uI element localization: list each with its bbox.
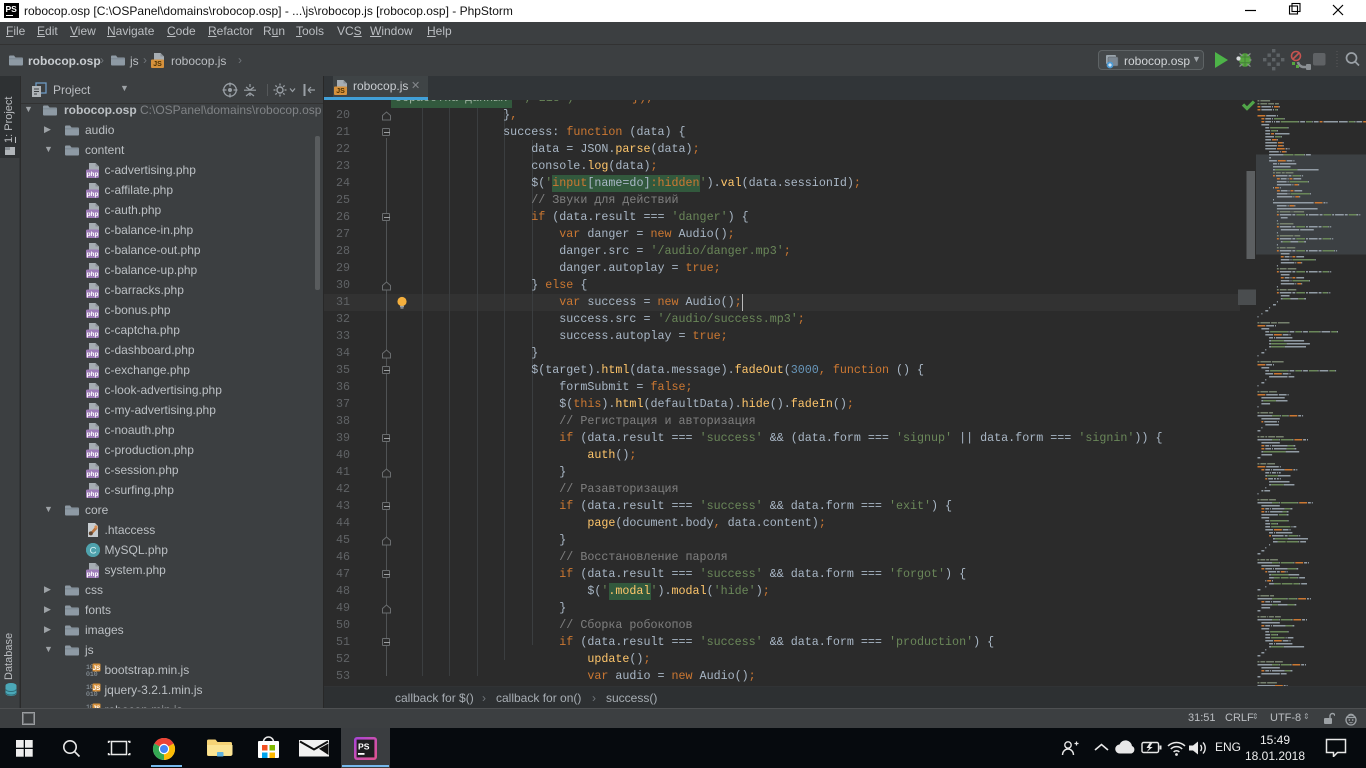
svg-text:PS: PS (358, 742, 370, 752)
